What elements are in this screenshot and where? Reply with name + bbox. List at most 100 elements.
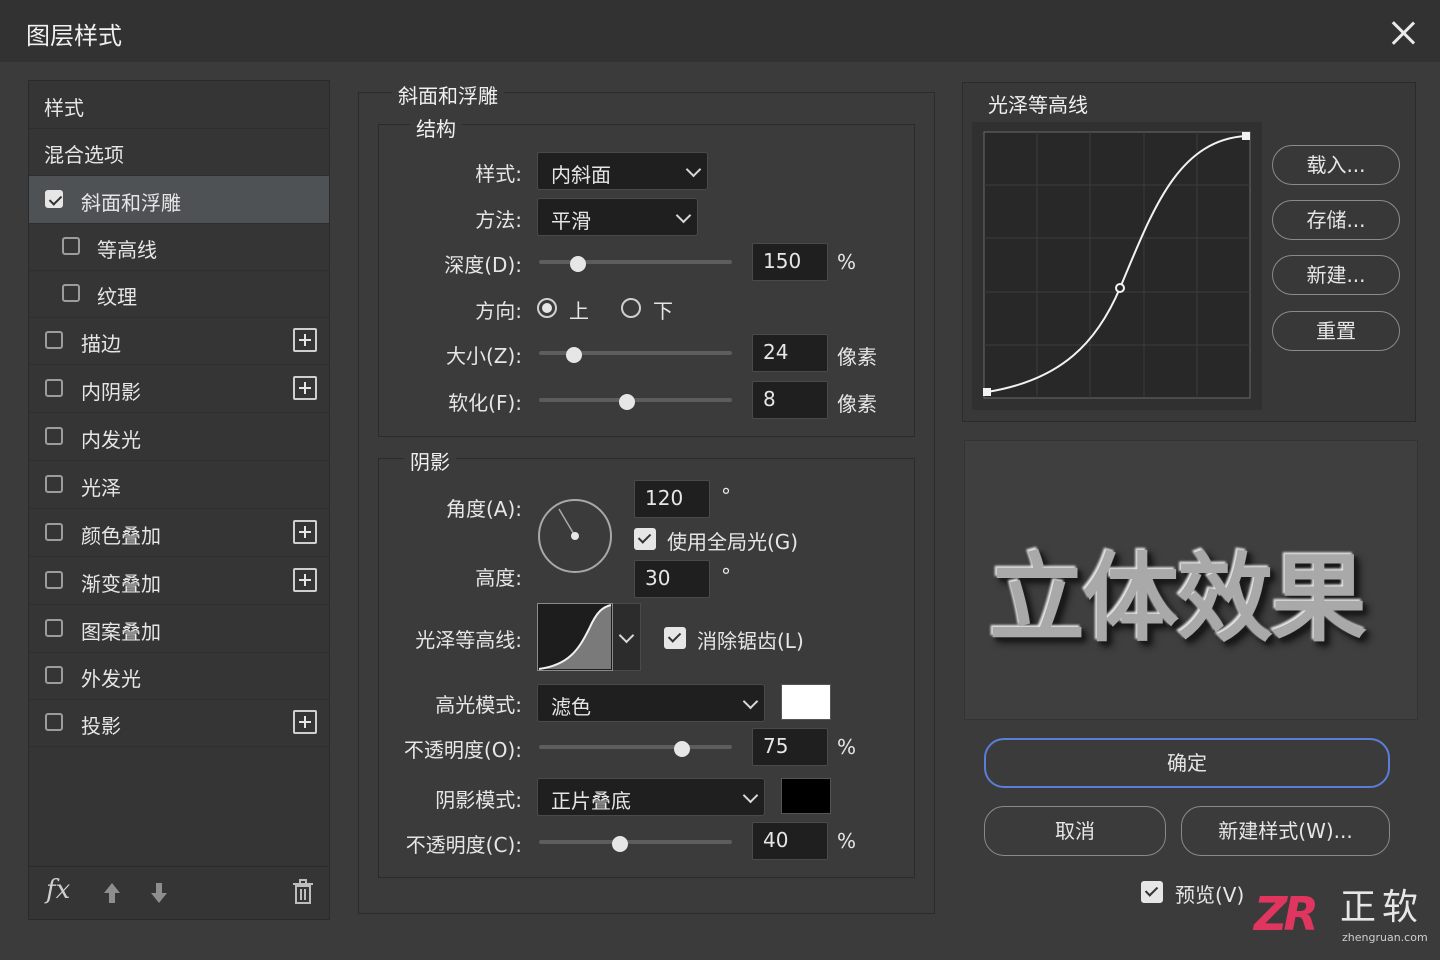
contour-curve-editor[interactable] [972, 122, 1262, 410]
add-gradient-overlay-icon[interactable] [293, 568, 317, 592]
gradient-overlay-checkbox[interactable] [45, 571, 63, 589]
style-item-bevel[interactable]: 斜面和浮雕 [29, 176, 329, 224]
style-item-inner-glow[interactable]: 内发光 [29, 413, 329, 461]
preview-checkbox[interactable] [1141, 881, 1163, 903]
soften-slider-thumb[interactable] [619, 394, 635, 410]
zr-logo: ZR [1254, 887, 1319, 941]
size-slider-thumb[interactable] [566, 347, 582, 363]
watermark-cn: 正软 [1340, 887, 1425, 928]
contour-title: 光泽等高线 [988, 93, 1088, 117]
depth-slider-track[interactable] [539, 260, 732, 264]
style-item-color-overlay[interactable]: 颜色叠加 [29, 509, 329, 557]
pattern-overlay-checkbox[interactable] [45, 619, 63, 637]
style-item-stroke[interactable]: 描边 [29, 317, 329, 365]
highlight-color-swatch[interactable] [781, 684, 831, 720]
method-dropdown[interactable]: 平滑 [537, 198, 698, 236]
satin-checkbox[interactable] [45, 475, 63, 493]
reset-button[interactable]: 重置 [1272, 311, 1400, 351]
style-item-outer-glow[interactable]: 外发光 [29, 652, 329, 700]
inner-glow-checkbox[interactable] [45, 427, 63, 445]
antialias-checkbox[interactable] [664, 627, 686, 649]
shadow-mode-value: 正片叠底 [551, 789, 631, 813]
style-item-satin[interactable]: 光泽 [29, 461, 329, 509]
highlight-opacity-input[interactable]: 75 [752, 728, 828, 766]
global-light-checkbox[interactable] [634, 528, 656, 550]
soften-input[interactable]: 8 [752, 381, 828, 419]
highlight-mode-label: 高光模式: [435, 693, 522, 717]
size-input[interactable]: 24 [752, 334, 828, 372]
depth-input[interactable]: 150 [752, 243, 828, 281]
styles-list: 样式 混合选项 斜面和浮雕 等高线 纹理 描边 内阴影 内发光 光泽 颜色叠加 [28, 80, 330, 920]
altitude-degree: ° [721, 564, 731, 588]
new-style-button[interactable]: 新建样式(W)... [1181, 806, 1390, 856]
style-item-contour[interactable]: 等高线 [29, 223, 329, 271]
depth-slider-thumb[interactable] [570, 256, 586, 272]
shadow-mode-dropdown[interactable]: 正片叠底 [537, 778, 765, 816]
add-inner-shadow-icon[interactable] [293, 376, 317, 400]
style-item-label: 图案叠加 [81, 620, 161, 644]
trash-icon[interactable] [292, 879, 314, 905]
style-item-label: 纹理 [97, 285, 137, 309]
altitude-input[interactable]: 30 [634, 560, 710, 598]
highlight-opacity-track[interactable] [539, 745, 732, 749]
shadow-opacity-input[interactable]: 40 [752, 822, 828, 860]
style-item-texture[interactable]: 纹理 [29, 270, 329, 318]
bevel-title: 斜面和浮雕 [392, 80, 504, 109]
style-dropdown[interactable]: 内斜面 [537, 152, 708, 190]
load-button[interactable]: 载入... [1272, 145, 1400, 185]
angle-label: 角度(A): [445, 497, 522, 521]
stroke-checkbox[interactable] [45, 331, 63, 349]
cancel-button[interactable]: 取消 [984, 806, 1166, 856]
blend-options[interactable]: 混合选项 [29, 128, 329, 176]
move-up-icon[interactable] [102, 881, 122, 905]
soften-slider-track[interactable] [539, 398, 732, 402]
bevel-checkbox[interactable] [45, 190, 63, 208]
fx-icon[interactable]: fx [46, 875, 70, 905]
texture-checkbox[interactable] [62, 284, 80, 302]
style-item-label: 投影 [81, 714, 121, 738]
style-item-label: 颜色叠加 [81, 524, 161, 548]
styles-header[interactable]: 样式 [29, 81, 329, 129]
save-contour-button[interactable]: 存储... [1272, 200, 1400, 240]
style-item-inner-shadow[interactable]: 内阴影 [29, 365, 329, 413]
gloss-contour-label: 光泽等高线: [415, 628, 522, 652]
styles-header-label: 样式 [44, 96, 84, 120]
direction-down-radio[interactable] [621, 298, 641, 318]
gloss-contour-dropdown[interactable] [613, 603, 641, 671]
contour-checkbox[interactable] [62, 237, 80, 255]
chevron-down-icon [675, 207, 692, 224]
shadow-color-swatch[interactable] [781, 778, 831, 814]
style-dropdown-value: 内斜面 [551, 163, 611, 187]
inner-shadow-checkbox[interactable] [45, 379, 63, 397]
blend-options-label: 混合选项 [44, 143, 124, 167]
close-icon[interactable] [1386, 16, 1420, 50]
style-item-pattern-overlay[interactable]: 图案叠加 [29, 605, 329, 653]
style-toolbar: fx [28, 866, 328, 919]
style-item-label: 描边 [81, 332, 121, 356]
gloss-contour-thumbnail[interactable] [537, 603, 613, 671]
angle-dial[interactable] [536, 497, 614, 575]
shadow-opacity-track[interactable] [539, 840, 732, 844]
add-color-overlay-icon[interactable] [293, 520, 317, 544]
dialog-title: 图层样式 [26, 22, 122, 50]
style-item-gradient-overlay[interactable]: 渐变叠加 [29, 557, 329, 605]
color-overlay-checkbox[interactable] [45, 523, 63, 541]
new-contour-button[interactable]: 新建... [1272, 255, 1400, 295]
highlight-opacity-label: 不透明度(O): [403, 738, 522, 762]
add-stroke-icon[interactable] [293, 328, 317, 352]
shadow-opacity-thumb[interactable] [612, 836, 628, 852]
highlight-opacity-thumb[interactable] [674, 741, 690, 757]
style-item-drop-shadow[interactable]: 投影 [29, 699, 329, 747]
add-drop-shadow-icon[interactable] [293, 710, 317, 734]
drop-shadow-checkbox[interactable] [45, 713, 63, 731]
highlight-mode-dropdown[interactable]: 滤色 [537, 684, 765, 722]
move-down-icon[interactable] [149, 881, 169, 905]
outer-glow-checkbox[interactable] [45, 666, 63, 684]
style-item-label: 等高线 [97, 238, 157, 262]
direction-up-radio[interactable] [537, 298, 557, 318]
angle-input[interactable]: 120 [634, 480, 710, 518]
ok-button[interactable]: 确定 [984, 738, 1390, 788]
shadow-opacity-label: 不透明度(C): [405, 833, 522, 857]
depth-unit: % [837, 250, 857, 274]
direction-label: 方向: [475, 299, 522, 323]
